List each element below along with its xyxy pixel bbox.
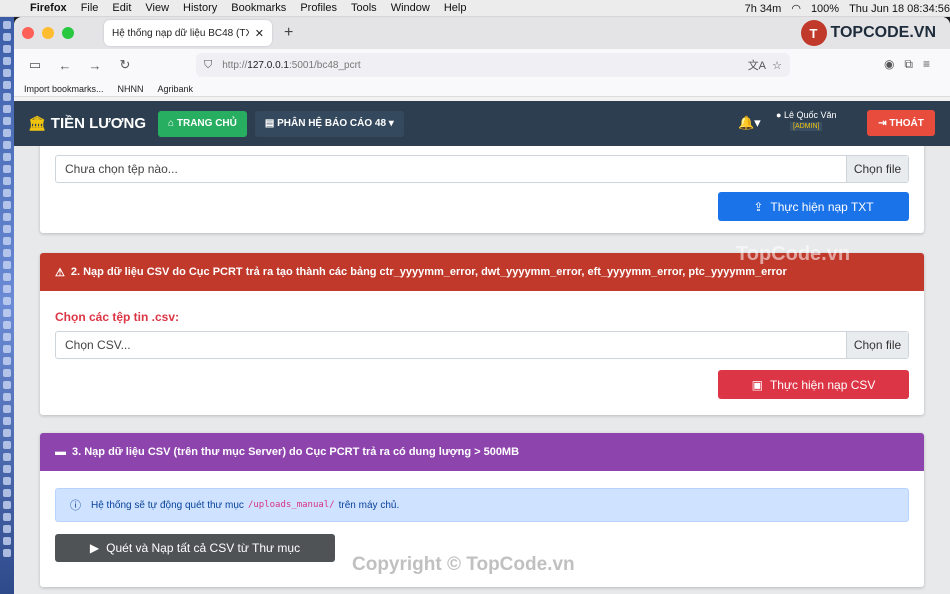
report-icon: ▤	[264, 118, 278, 129]
warning-icon: ⚠	[55, 266, 65, 279]
menu-bookmarks[interactable]: Bookmarks	[231, 2, 286, 14]
csv-file-placeholder: Chọn CSV...	[65, 338, 131, 352]
bookmark-nhnn[interactable]: NHNN	[118, 84, 144, 94]
browser-window: Hệ thống nạp dữ liệu BC48 (TXT; CSV) ✕ +…	[14, 17, 950, 594]
url-path: :5001/bc48_pcrt	[288, 59, 361, 71]
load-csv-button[interactable]: ▣ Thực hiện nạp CSV	[718, 370, 909, 399]
tab-title: Hệ thống nạp dữ liệu BC48 (TXT; CSV)	[112, 27, 249, 39]
module-dropdown-button[interactable]: ▤ PHÂN HỆ BÁO CÁO 48 ▾	[254, 110, 404, 137]
txt-choose-file-button[interactable]: Chọn file	[846, 156, 908, 182]
sidebar-toggle-icon[interactable]: ▭	[24, 57, 46, 73]
menu-window[interactable]: Window	[391, 2, 430, 14]
close-window-button[interactable]	[22, 27, 34, 39]
bookmark-agribank[interactable]: Agribank	[158, 84, 194, 94]
csv-file-input[interactable]: Chọn CSV... Chọn file	[55, 331, 909, 359]
load-txt-button[interactable]: ⇪ Thực hiện nạp TXT	[718, 192, 909, 221]
menu-profiles[interactable]: Profiles	[300, 2, 337, 14]
battery-time: 7h 34m	[744, 2, 782, 15]
txt-upload-card: Chưa chọn tệp nào... Chọn file ⇪ Thực hi…	[40, 146, 924, 233]
menu-tools[interactable]: Tools	[351, 2, 377, 14]
module-label: PHÂN HỆ BÁO CÁO 48	[277, 118, 386, 129]
bank-icon: 🏛	[28, 115, 46, 131]
csv-choose-file-button[interactable]: Chọn file	[846, 332, 908, 358]
user-icon: ●	[776, 110, 784, 120]
wifi-icon[interactable]: ◠	[791, 2, 801, 15]
minimize-window-button[interactable]	[42, 27, 54, 39]
forward-icon[interactable]: →	[84, 58, 106, 73]
tab-active[interactable]: Hệ thống nạp dữ liệu BC48 (TXT; CSV) ✕	[104, 20, 272, 46]
server-icon: ▬	[55, 446, 66, 458]
clock[interactable]: Thu Jun 18 08:34:56	[849, 3, 950, 15]
csv-upload-card: ⚠ 2. Nạp dữ liệu CSV do Cục PCRT trả ra …	[40, 253, 924, 415]
info-path: /uploads_manual/	[247, 500, 335, 510]
menu-edit[interactable]: Edit	[112, 2, 131, 14]
topcode-logo: T TOPCODE.VN	[800, 20, 937, 46]
url-bar[interactable]: ⛉ http://127.0.0.1:5001/bc48_pcrt 文A ☆	[196, 53, 790, 77]
upload-icon: ⇪	[753, 199, 764, 214]
menu-view[interactable]: View	[145, 2, 169, 14]
notification-bell-icon[interactable]: 🔔▾	[738, 115, 761, 131]
menu-file[interactable]: File	[81, 2, 99, 14]
scan-folder-label: Quét và Nạp tất cả CSV từ Thư mục	[106, 541, 301, 555]
battery-level: 100%	[810, 2, 840, 15]
load-txt-label: Thực hiện nạp TXT	[770, 199, 874, 214]
back-icon[interactable]: ←	[54, 58, 76, 73]
dock-strip	[0, 17, 14, 594]
home-button[interactable]: ⌂ TRANG CHỦ	[158, 110, 247, 137]
url-host: 127.0.0.1	[247, 59, 289, 71]
txt-file-input[interactable]: Chưa chọn tệp nào... Chọn file	[55, 155, 909, 183]
status-area: 7h 34m ◠ 100% Thu Jun 18 08:34:56	[735, 0, 950, 17]
app-brand[interactable]: 🏛 TIỀN LƯƠNG	[28, 115, 146, 132]
server-card-header: ▬ 3. Nạp dữ liệu CSV (trên thư mục Serve…	[40, 433, 924, 471]
txt-file-placeholder: Chưa chọn tệp nào...	[65, 162, 178, 176]
logout-icon: ⇥	[878, 117, 890, 129]
home-icon: ⌂	[168, 118, 177, 129]
csv-field-label: Chọn các tệp tin .csv:	[55, 310, 180, 324]
user-menu[interactable]: ● Lê Quốc Văn [ADMIN]	[776, 110, 836, 131]
bookmark-import[interactable]: Import bookmarks...	[24, 84, 104, 94]
logout-button[interactable]: ⇥ THOÁT	[867, 110, 935, 136]
url-prefix: http://	[222, 59, 248, 71]
topcode-logo-icon: T	[800, 20, 827, 46]
app-header: 🏛 TIỀN LƯƠNG ⌂ TRANG CHỦ ▤ PHÂN HỆ BÁO C…	[14, 101, 950, 146]
play-icon: ▶	[89, 541, 100, 555]
info-text-after: trên máy chủ.	[338, 499, 400, 511]
os-menubar: Firefox File Edit View History Bookmarks…	[0, 0, 950, 17]
watermark-bottom: Copyright © TopCode.vn	[352, 554, 575, 575]
user-role-badge: [ADMIN]	[790, 122, 823, 131]
tab-bar: Hệ thống nạp dữ liệu BC48 (TXT; CSV) ✕ +…	[14, 17, 950, 49]
menu-app[interactable]: Firefox	[30, 2, 67, 14]
info-text-before: Hệ thống sẽ tự động quét thư mục	[91, 499, 244, 511]
toolbar-extensions-icons[interactable]: ◉⧉≡	[884, 57, 940, 72]
window-controls	[22, 27, 82, 39]
chevron-down-icon: ▾	[386, 118, 394, 129]
reload-icon[interactable]: ↻	[114, 57, 136, 73]
translate-bookmark-icons[interactable]: 文A ☆	[748, 57, 782, 73]
server-info-alert: ⓘ Hệ thống sẽ tự động quét thư mục /uplo…	[55, 488, 909, 522]
app-title: TIỀN LƯƠNG	[50, 115, 147, 132]
csv-card-title: 2. Nạp dữ liệu CSV do Cục PCRT trả ra tạ…	[70, 266, 787, 278]
menu-history[interactable]: History	[183, 2, 217, 14]
logout-label: THOÁT	[889, 117, 924, 129]
load-csv-label: Thực hiện nạp CSV	[769, 377, 876, 392]
server-card-title: 3. Nạp dữ liệu CSV (trên thư mục Server)…	[72, 446, 520, 458]
bookmarks-bar: Import bookmarks... NHNN Agribank	[14, 81, 950, 97]
main-content: Chưa chọn tệp nào... Chọn file ⇪ Thực hi…	[14, 146, 950, 594]
user-name: Lê Quốc Văn	[783, 110, 837, 120]
watermark-top: TopCode.vn	[736, 243, 851, 265]
nav-bar: ▭ ← → ↻ ⛉ http://127.0.0.1:5001/bc48_pcr…	[14, 49, 950, 81]
zoom-window-button[interactable]	[62, 27, 74, 39]
menu-help[interactable]: Help	[444, 2, 467, 14]
file-import-icon: ▣	[751, 377, 763, 392]
new-tab-icon[interactable]: +	[284, 24, 293, 42]
topcode-logo-text: TOPCODE.VN	[830, 24, 937, 41]
tracking-shield-icon[interactable]: ⛉	[204, 59, 212, 72]
scan-folder-button[interactable]: ▶ Quét và Nạp tất cả CSV từ Thư mục	[55, 534, 335, 562]
info-icon: ⓘ	[70, 500, 81, 512]
close-tab-icon[interactable]: ✕	[255, 27, 264, 40]
home-label: TRANG CHỦ	[176, 118, 237, 129]
